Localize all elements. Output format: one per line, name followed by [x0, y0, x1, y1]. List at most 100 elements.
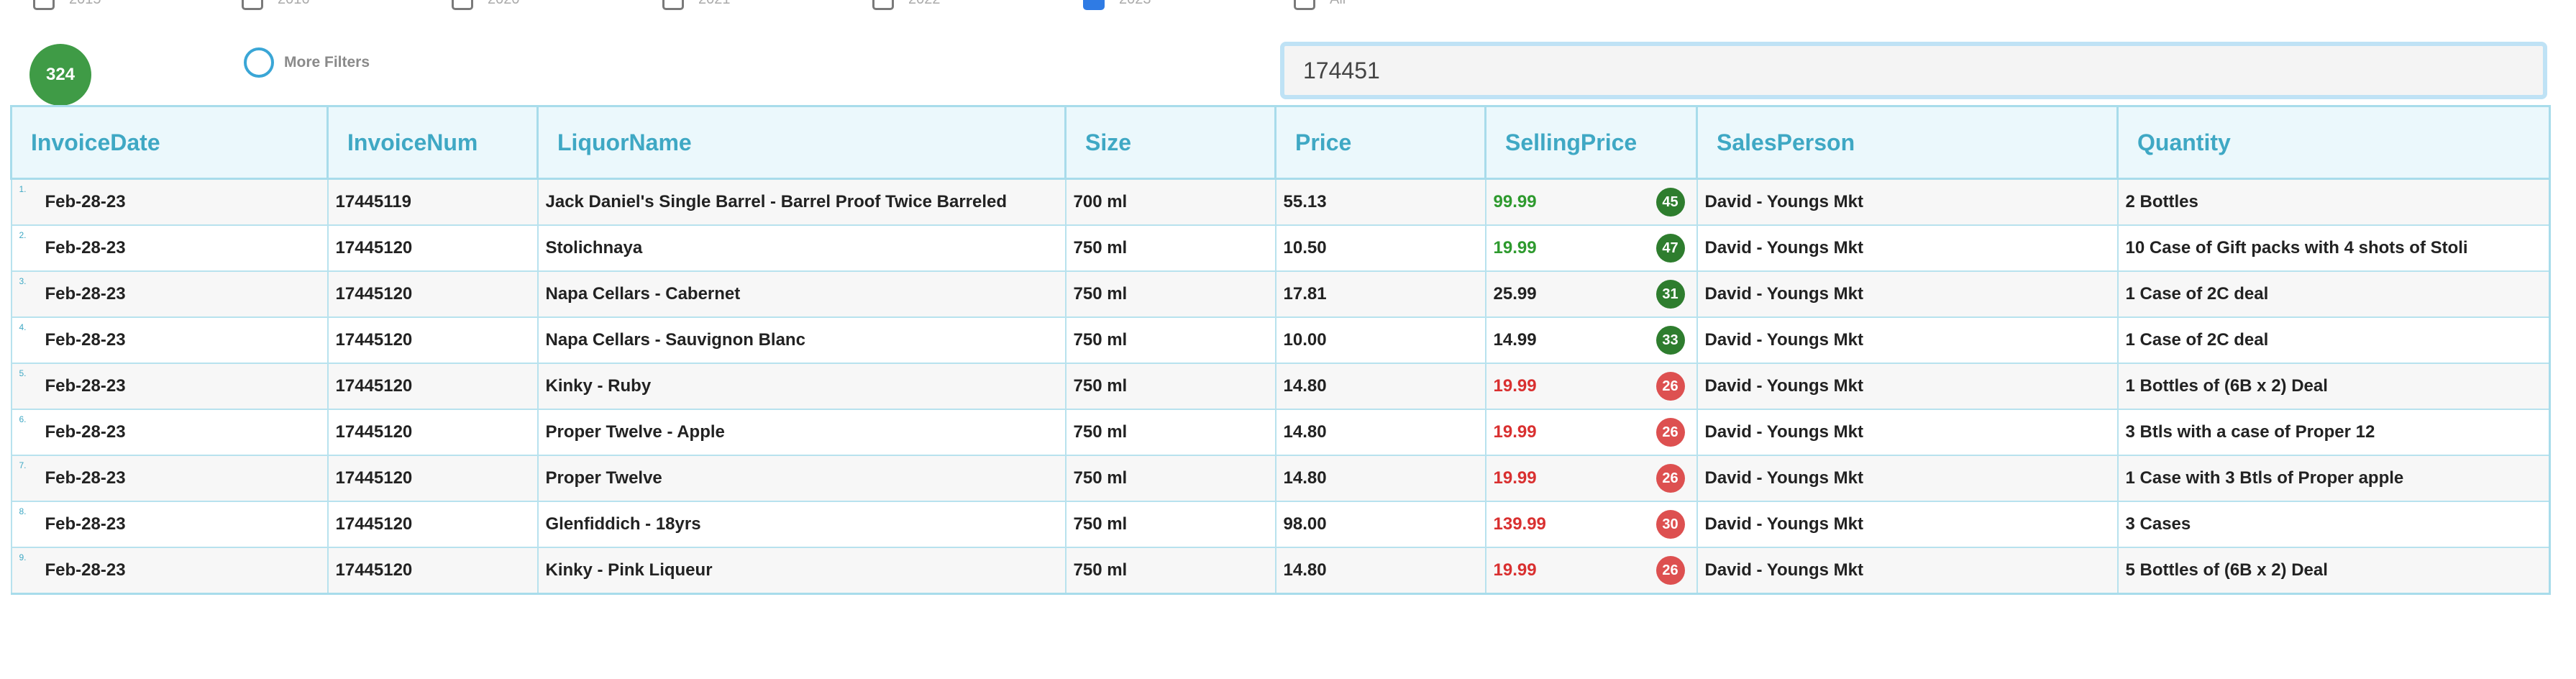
cell-size: 700 ml	[1064, 178, 1276, 226]
margin-badge: 30	[1655, 510, 1685, 539]
year-checkbox-label: 2022	[908, 0, 941, 8]
table-row[interactable]: 8. Feb-28-23 17445120 Glenfiddich - 18yrs 75…	[10, 501, 2551, 548]
year-checkbox-label: 2016	[278, 0, 310, 8]
more-filters-label: More Filters	[284, 54, 370, 70]
cell-selling-price: 19.99 26	[1484, 455, 1697, 502]
cell-sales-person: David - Youngs Mkt	[1696, 409, 2118, 456]
cell-liquor-name: Proper Twelve - Apple	[536, 409, 1066, 456]
cell-invoice-num: 17445120	[326, 547, 538, 595]
cell-selling-price: 14.99 33	[1484, 317, 1697, 364]
year-checkbox[interactable]	[872, 0, 894, 10]
table-row[interactable]: 1. Feb-28-23 17445119 Jack Daniel's Single …	[10, 178, 2551, 226]
table-row[interactable]: 4. Feb-28-23 17445120 Napa Cellars - Sauvig…	[10, 317, 2551, 364]
cell-selling-price: 19.99 26	[1484, 363, 1697, 410]
cell-invoice-date: 5. Feb-28-23	[10, 363, 328, 410]
selling-price-value: 14.99	[1493, 330, 1537, 350]
cell-size: 750 ml	[1064, 225, 1276, 272]
invoice-date: Feb-28-23	[45, 560, 126, 580]
selling-price-value: 99.99	[1493, 192, 1537, 211]
column-header-liquorname[interactable]: LiquorName	[536, 105, 1066, 180]
cell-liquor-name: Kinky - Pink Liqueur	[536, 547, 1066, 595]
column-header-invoicedate[interactable]: InvoiceDate	[10, 105, 328, 180]
cell-quantity: 5 Bottles of (6B x 2) Deal	[2116, 547, 2551, 595]
cell-invoice-num: 17445120	[326, 317, 538, 364]
table-row[interactable]: 7. Feb-28-23 17445120 Proper Twelve 750 ml 14…	[10, 455, 2551, 502]
selling-price-value: 19.99	[1493, 560, 1537, 580]
cell-invoice-num: 17445120	[326, 363, 538, 410]
cell-sales-person: David - Youngs Mkt	[1696, 455, 2118, 502]
year-checkbox[interactable]	[1083, 0, 1105, 10]
column-header-price[interactable]: Price	[1274, 105, 1486, 180]
year-checkbox[interactable]	[662, 0, 684, 10]
cell-price: 14.80	[1274, 409, 1486, 456]
table-row[interactable]: 3. Feb-28-23 17445120 Napa Cellars - Cabern…	[10, 271, 2551, 318]
year-checkbox[interactable]	[452, 0, 473, 10]
cell-sales-person: David - Youngs Mkt	[1696, 271, 2118, 318]
row-number: 5.	[19, 368, 27, 378]
more-filters-toggle[interactable]: More Filters	[244, 47, 370, 78]
cell-invoice-date: 2. Feb-28-23	[10, 225, 328, 272]
cell-quantity: 10 Case of Gift packs with 4 shots of St…	[2116, 225, 2551, 272]
cell-sales-person: David - Youngs Mkt	[1696, 363, 2118, 410]
invoice-date: Feb-28-23	[45, 514, 126, 534]
cell-invoice-date: 9. Feb-28-23	[10, 547, 328, 595]
year-checkbox[interactable]	[242, 0, 263, 10]
margin-badge: 31	[1655, 280, 1685, 309]
row-number: 7.	[19, 460, 27, 470]
invoice-date: Feb-28-23	[45, 330, 126, 350]
cell-size: 750 ml	[1064, 363, 1276, 410]
table-header-row: InvoiceDate InvoiceNum LiquorName Size Price…	[10, 105, 2551, 180]
margin-badge: 26	[1655, 464, 1685, 493]
year-checkbox[interactable]	[1294, 0, 1315, 10]
row-number: 6.	[19, 414, 27, 424]
cell-quantity: 2 Bottles	[2116, 178, 2551, 226]
invoice-table: InvoiceDate InvoiceNum LiquorName Size Price…	[10, 105, 2551, 595]
column-header-sellingprice[interactable]: SellingPrice	[1484, 105, 1697, 180]
more-filters-radio-icon[interactable]	[244, 47, 274, 78]
cell-price: 55.13	[1274, 178, 1486, 226]
cell-selling-price: 19.99 47	[1484, 225, 1697, 272]
cell-liquor-name: Glenfiddich - 18yrs	[536, 501, 1066, 548]
cell-size: 750 ml	[1064, 409, 1276, 456]
table-row[interactable]: 5. Feb-28-23 17445120 Kinky - Ruby 750 ml 14.…	[10, 363, 2551, 410]
cell-selling-price: 19.99 26	[1484, 547, 1697, 595]
search-input[interactable]	[1280, 42, 2547, 99]
invoice-date: Feb-28-23	[45, 238, 126, 258]
selling-price-value: 139.99	[1493, 514, 1546, 534]
cell-liquor-name: Kinky - Ruby	[536, 363, 1066, 410]
invoice-date: Feb-28-23	[45, 284, 126, 304]
row-number: 4.	[19, 322, 27, 332]
cell-size: 750 ml	[1064, 271, 1276, 318]
column-header-salesperson[interactable]: SalesPerson	[1696, 105, 2118, 180]
cell-invoice-date: 1. Feb-28-23	[10, 178, 328, 226]
column-header-quantity[interactable]: Quantity	[2116, 105, 2551, 180]
cell-sales-person: David - Youngs Mkt	[1696, 178, 2118, 226]
year-checkbox-label: 2023	[1119, 0, 1151, 8]
column-header-invoicenum[interactable]: InvoiceNum	[326, 105, 538, 180]
cell-invoice-num: 17445120	[326, 225, 538, 272]
cell-invoice-date: 3. Feb-28-23	[10, 271, 328, 318]
cell-quantity: 1 Case of 2C deal	[2116, 271, 2551, 318]
year-checkbox-label: 2020	[488, 0, 520, 8]
row-number: 2.	[19, 230, 27, 240]
cell-invoice-date: 8. Feb-28-23	[10, 501, 328, 548]
margin-badge: 47	[1655, 234, 1685, 263]
table-row[interactable]: 9. Feb-28-23 17445120 Kinky - Pink Liqueur 7…	[10, 547, 2551, 595]
cell-price: 10.50	[1274, 225, 1486, 272]
selling-price-value: 19.99	[1493, 376, 1537, 396]
cell-invoice-num: 17445120	[326, 271, 538, 318]
selling-price-value: 19.99	[1493, 238, 1537, 258]
cell-invoice-num: 17445119	[326, 178, 538, 226]
selling-price-value: 19.99	[1493, 468, 1537, 488]
year-checkbox-label: 2015	[69, 0, 101, 8]
selling-price-value: 19.99	[1493, 422, 1537, 442]
cell-invoice-num: 17445120	[326, 501, 538, 548]
cell-sales-person: David - Youngs Mkt	[1696, 317, 2118, 364]
table-row[interactable]: 6. Feb-28-23 17445120 Proper Twelve - Apple…	[10, 409, 2551, 456]
cell-price: 14.80	[1274, 455, 1486, 502]
cell-selling-price: 25.99 31	[1484, 271, 1697, 318]
column-header-size[interactable]: Size	[1064, 105, 1276, 180]
cell-liquor-name: Napa Cellars - Sauvignon Blanc	[536, 317, 1066, 364]
table-row[interactable]: 2. Feb-28-23 17445120 Stolichnaya 750 ml 10.5…	[10, 225, 2551, 272]
year-checkbox[interactable]	[33, 0, 55, 10]
